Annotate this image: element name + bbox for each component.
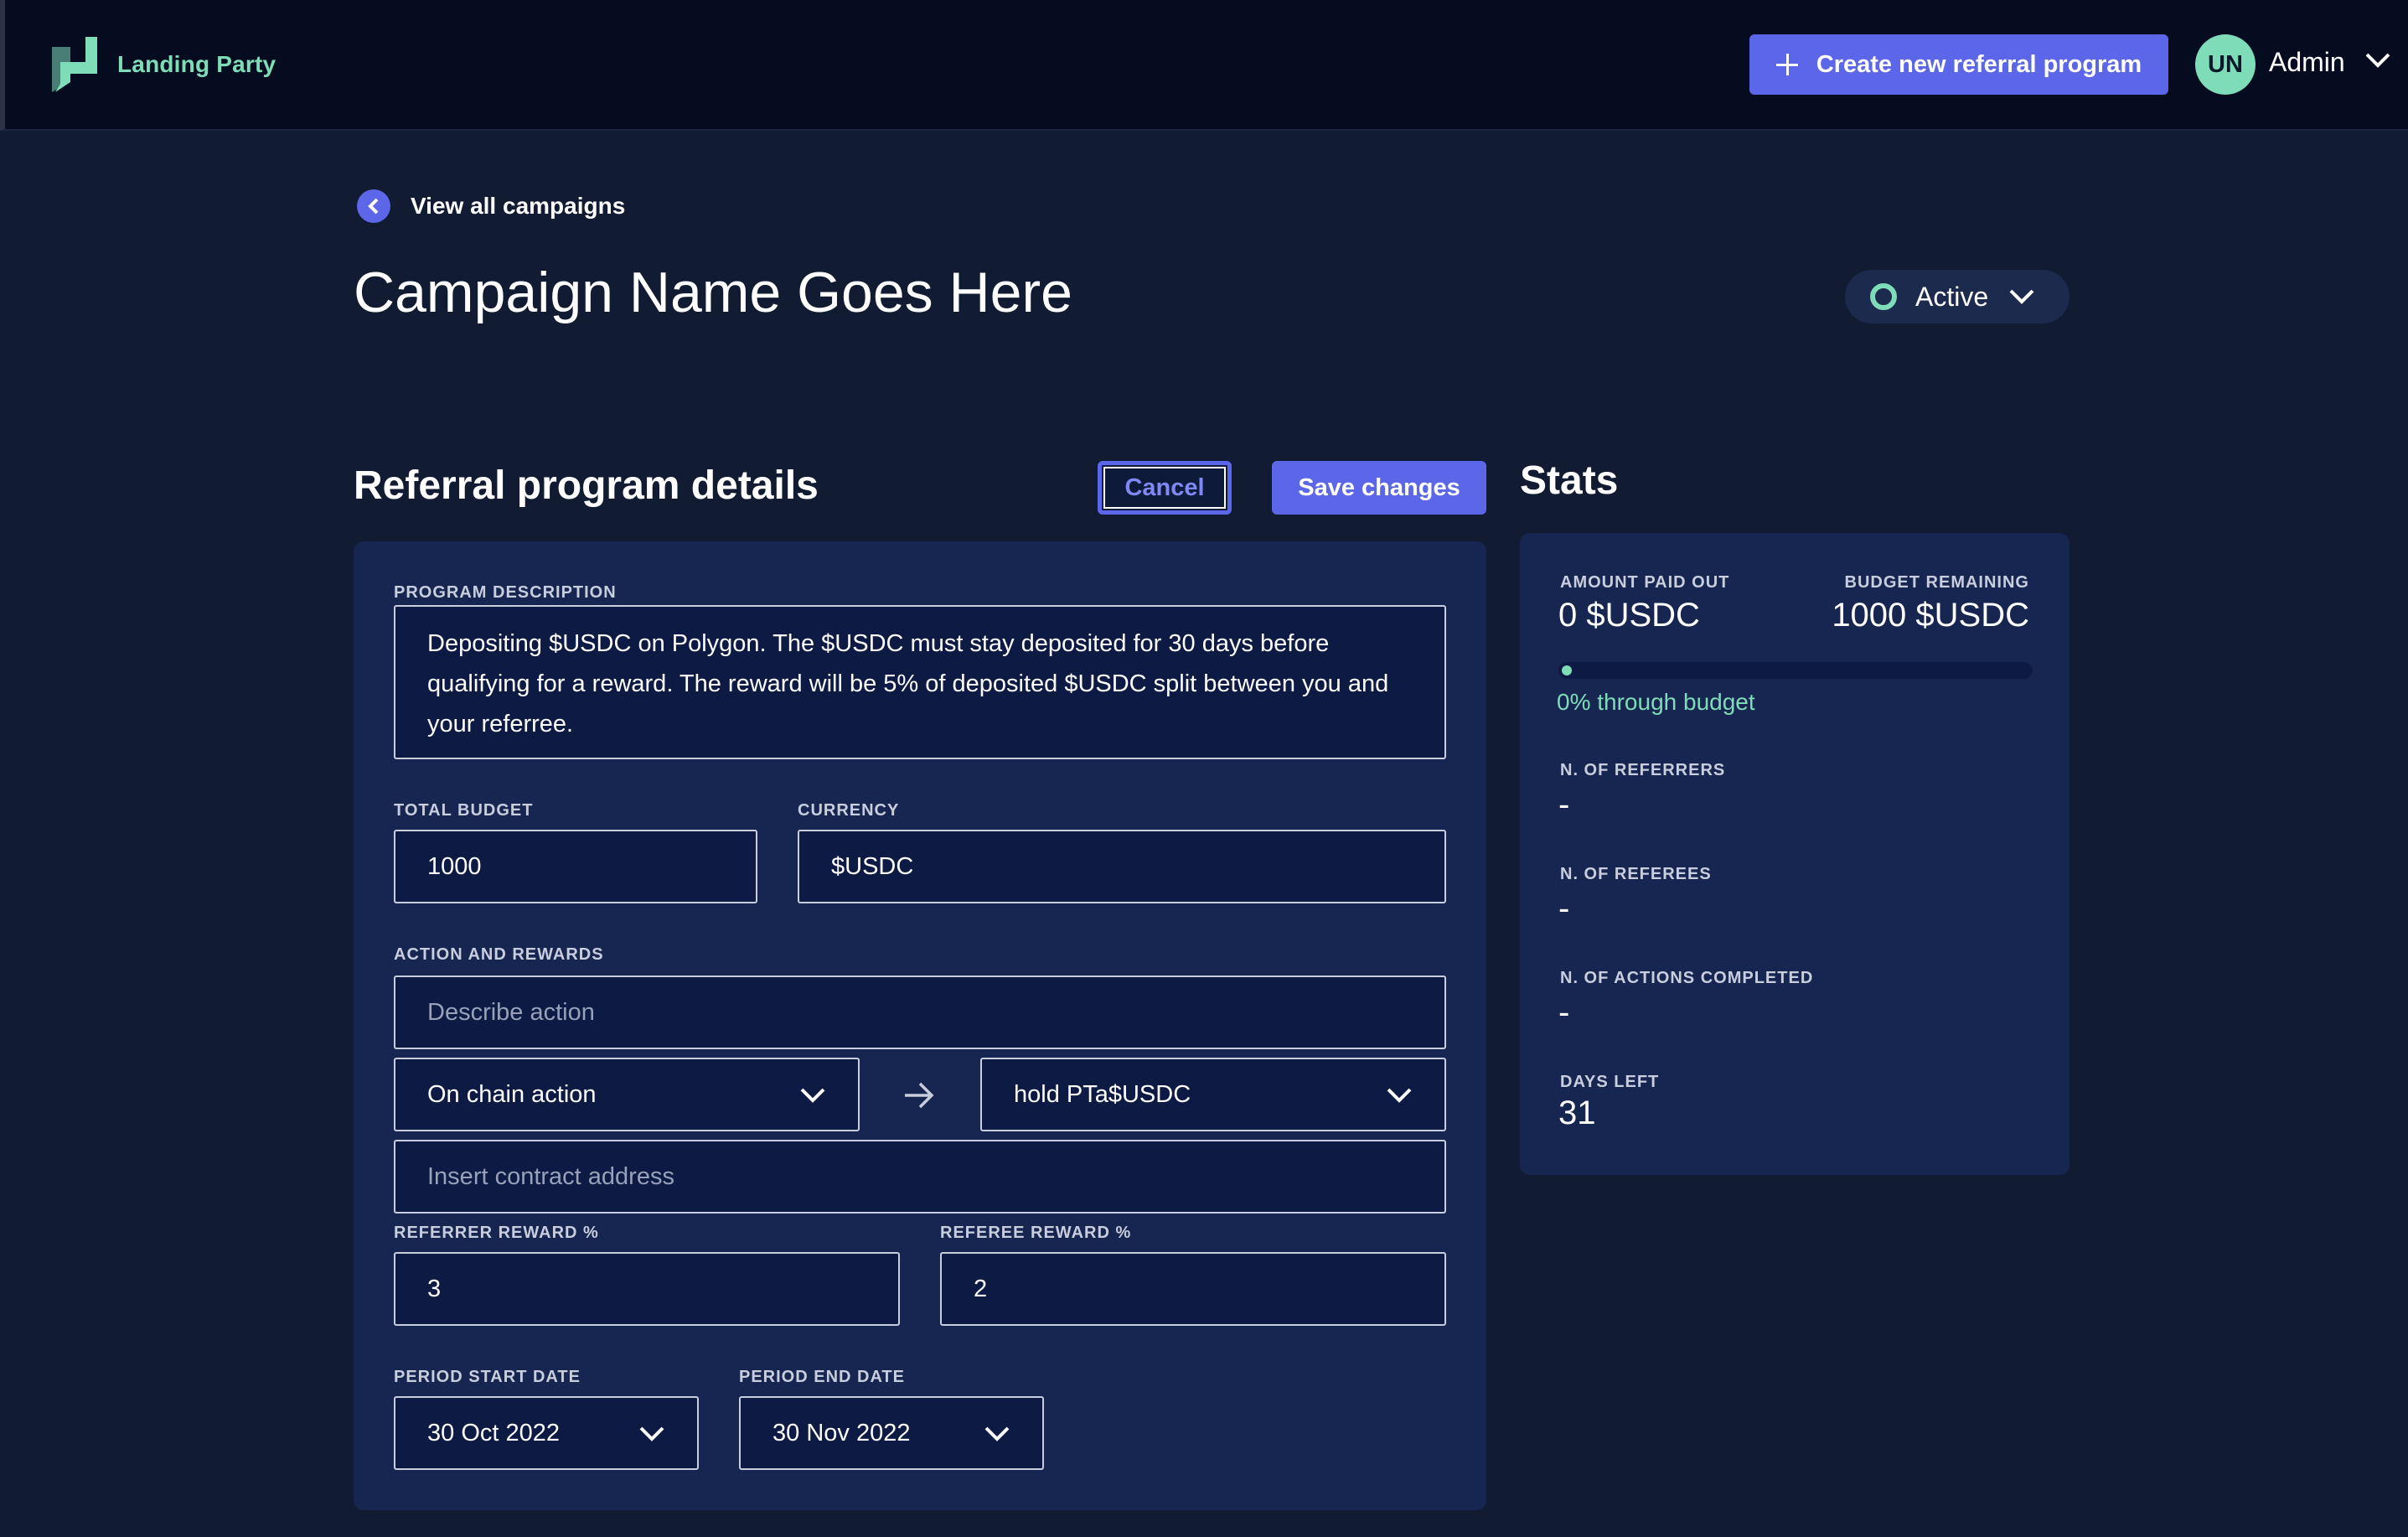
referees-label: N. OF REFEREES — [1560, 865, 1712, 883]
budget-remaining-value: 1000 $USDC — [1832, 597, 2029, 634]
action-type-value: On chain action — [427, 1080, 597, 1108]
total-budget-input[interactable]: 1000 — [394, 830, 757, 903]
chevron-down-icon — [800, 1088, 825, 1103]
cancel-button[interactable]: Cancel — [1098, 461, 1232, 515]
currency-input[interactable]: $USDC — [798, 830, 1446, 903]
end-date-select[interactable]: 30 Nov 2022 — [739, 1396, 1044, 1470]
total-budget-value: 1000 — [427, 852, 482, 880]
plus-icon — [1775, 54, 1798, 75]
referrers-value: - — [1558, 786, 1570, 823]
budget-progress-track — [1558, 662, 2033, 679]
currency-label: CURRENCY — [798, 801, 900, 820]
describe-action-placeholder: Describe action — [427, 998, 595, 1026]
budget-progress-text: 0% through budget — [1557, 689, 1755, 715]
referrers-label: N. OF REFERRERS — [1560, 761, 1726, 779]
start-date-value: 30 Oct 2022 — [427, 1419, 560, 1446]
total-budget-label: TOTAL BUDGET — [394, 801, 534, 820]
brand-name: Landing Party — [117, 51, 276, 77]
contract-address-input[interactable]: Insert contract address — [394, 1140, 1446, 1214]
status-dropdown[interactable]: Active — [1845, 270, 2070, 323]
referrer-reward-value: 3 — [427, 1275, 442, 1302]
chevron-down-icon — [639, 1426, 664, 1441]
describe-action-input[interactable]: Describe action — [394, 976, 1446, 1049]
amount-paid-label: AMOUNT PAID OUT — [1560, 573, 1730, 592]
details-section-title: Referral program details — [354, 463, 819, 508]
days-left-label: DAYS LEFT — [1560, 1073, 1660, 1091]
days-left-value: 31 — [1558, 1095, 1596, 1131]
referee-reward-value: 2 — [974, 1275, 988, 1302]
budget-remaining-label: BUDGET REMAINING — [1844, 573, 2029, 592]
description-label: PROGRAM DESCRIPTION — [394, 583, 617, 602]
create-referral-program-button[interactable]: Create new referral program — [1749, 34, 2168, 95]
chevron-left-icon — [357, 189, 390, 223]
referees-value: - — [1558, 890, 1570, 927]
create-button-label: Create new referral program — [1816, 50, 2142, 78]
view-all-campaigns-link[interactable]: View all campaigns — [357, 189, 625, 223]
referrer-reward-input[interactable]: 3 — [394, 1252, 900, 1326]
action-rewards-label: ACTION AND REWARDS — [394, 945, 604, 964]
chevron-down-icon — [984, 1426, 1010, 1441]
logo-icon — [52, 37, 97, 92]
referee-reward-label: REFEREE REWARD % — [940, 1224, 1132, 1242]
user-menu-label[interactable]: Admin — [2269, 47, 2345, 78]
chevron-down-icon — [1387, 1088, 1412, 1103]
description-textarea[interactable]: Depositing $USDC on Polygon. The $USDC m… — [394, 605, 1446, 759]
currency-value: $USDC — [831, 852, 914, 880]
end-date-value: 30 Nov 2022 — [773, 1419, 911, 1446]
end-date-label: PERIOD END DATE — [739, 1368, 905, 1386]
action-target-value: hold PTa$USDC — [1014, 1080, 1191, 1108]
action-target-select[interactable]: hold PTa$USDC — [980, 1058, 1446, 1131]
start-date-label: PERIOD START DATE — [394, 1368, 581, 1386]
budget-progress-indicator — [1562, 665, 1572, 675]
action-type-select[interactable]: On chain action — [394, 1058, 860, 1131]
top-bar: Landing Party Create new referral progra… — [0, 0, 2408, 131]
page-title: Campaign Name Goes Here — [354, 261, 1072, 324]
chevron-down-icon[interactable] — [2364, 52, 2391, 69]
brand-logo[interactable]: Landing Party — [52, 37, 276, 92]
actions-completed-value: - — [1558, 994, 1570, 1031]
contract-address-placeholder: Insert contract address — [427, 1162, 674, 1190]
stats-section-title: Stats — [1520, 458, 1619, 503]
amount-paid-value: 0 $USDC — [1558, 597, 1700, 634]
status-label: Active — [1915, 281, 1989, 312]
back-link-label: View all campaigns — [411, 193, 626, 219]
chevron-down-icon — [2009, 289, 2034, 304]
referee-reward-input[interactable]: 2 — [940, 1252, 1446, 1326]
referrer-reward-label: REFERRER REWARD % — [394, 1224, 599, 1242]
status-ring-icon — [1870, 283, 1897, 310]
arrow-right-icon — [905, 1082, 934, 1109]
start-date-select[interactable]: 30 Oct 2022 — [394, 1396, 699, 1470]
save-changes-button[interactable]: Save changes — [1272, 461, 1486, 515]
avatar[interactable]: UN — [2195, 34, 2256, 95]
actions-completed-label: N. OF ACTIONS COMPLETED — [1560, 969, 1814, 987]
